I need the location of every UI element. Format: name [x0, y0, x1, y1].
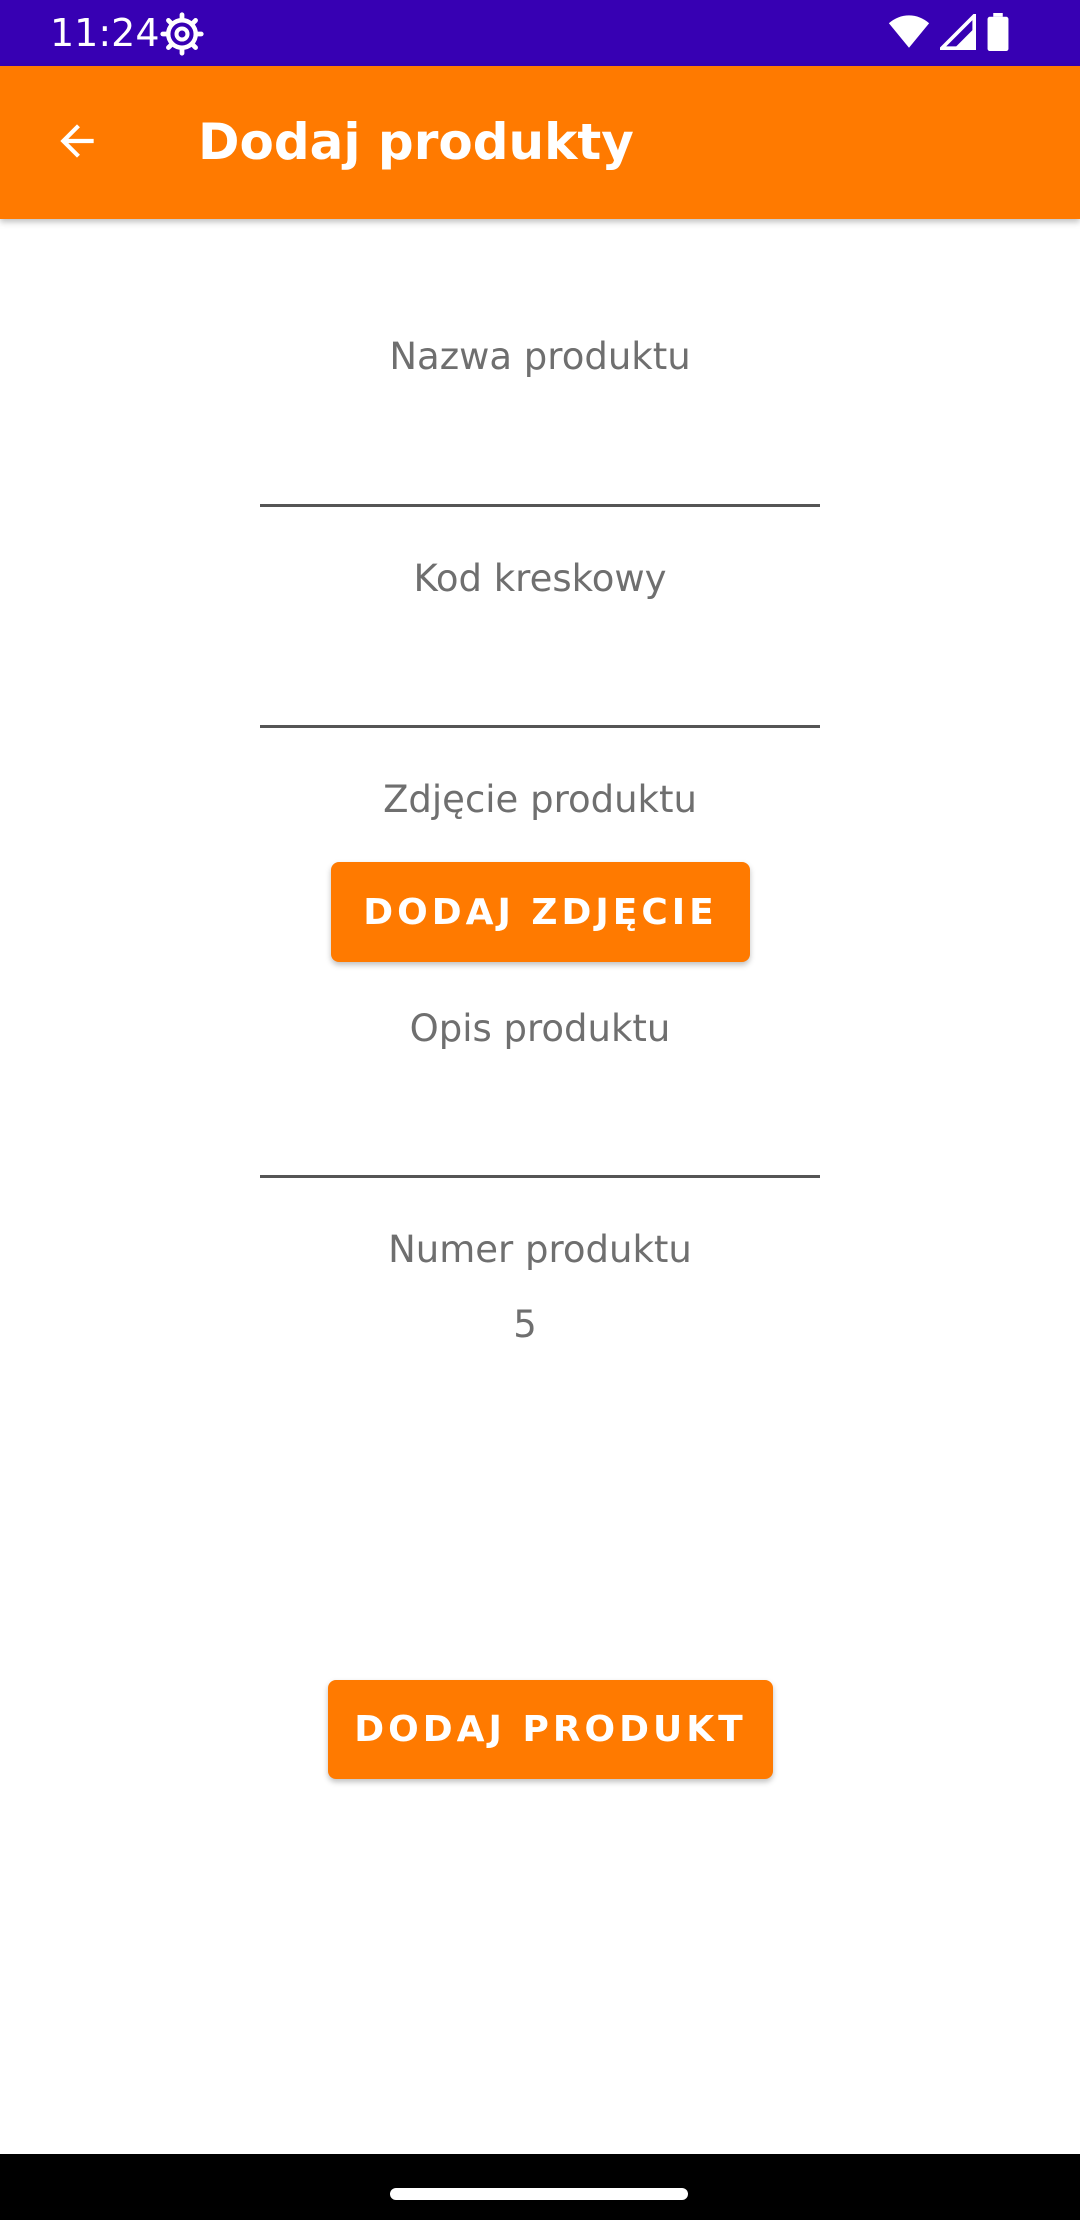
app-bar: Dodaj produkty — [0, 66, 1080, 219]
product-name-input[interactable] — [260, 407, 820, 507]
battery-icon — [986, 13, 1010, 56]
barcode-label: Kod kreskowy — [413, 557, 667, 600]
back-button[interactable] — [34, 100, 120, 186]
barcode-input[interactable] — [260, 628, 820, 728]
product-number-value: 5 — [513, 1303, 537, 1346]
product-photo-label: Zdjęcie produktu — [383, 778, 697, 821]
product-number-label: Numer produktu — [388, 1228, 692, 1271]
status-icons — [888, 11, 1010, 56]
settings-icon — [160, 12, 204, 56]
add-photo-button[interactable]: DODAJ ZDJĘCIE — [331, 862, 750, 962]
product-description-label: Opis produktu — [409, 1007, 671, 1050]
product-description-input[interactable] — [260, 1078, 820, 1178]
product-name-label: Nazwa produktu — [389, 335, 691, 378]
add-product-button[interactable]: DODAJ PRODUKT — [328, 1680, 773, 1779]
wifi-icon — [888, 14, 930, 55]
home-handle[interactable] — [390, 2188, 688, 2200]
page-title: Dodaj produkty — [198, 113, 634, 171]
navigation-bar — [0, 2154, 1080, 2220]
signal-icon — [937, 11, 976, 55]
status-time: 11:24 — [50, 11, 160, 55]
arrow-back-icon — [52, 116, 102, 171]
status-bar: 11:24 — [0, 0, 1080, 66]
